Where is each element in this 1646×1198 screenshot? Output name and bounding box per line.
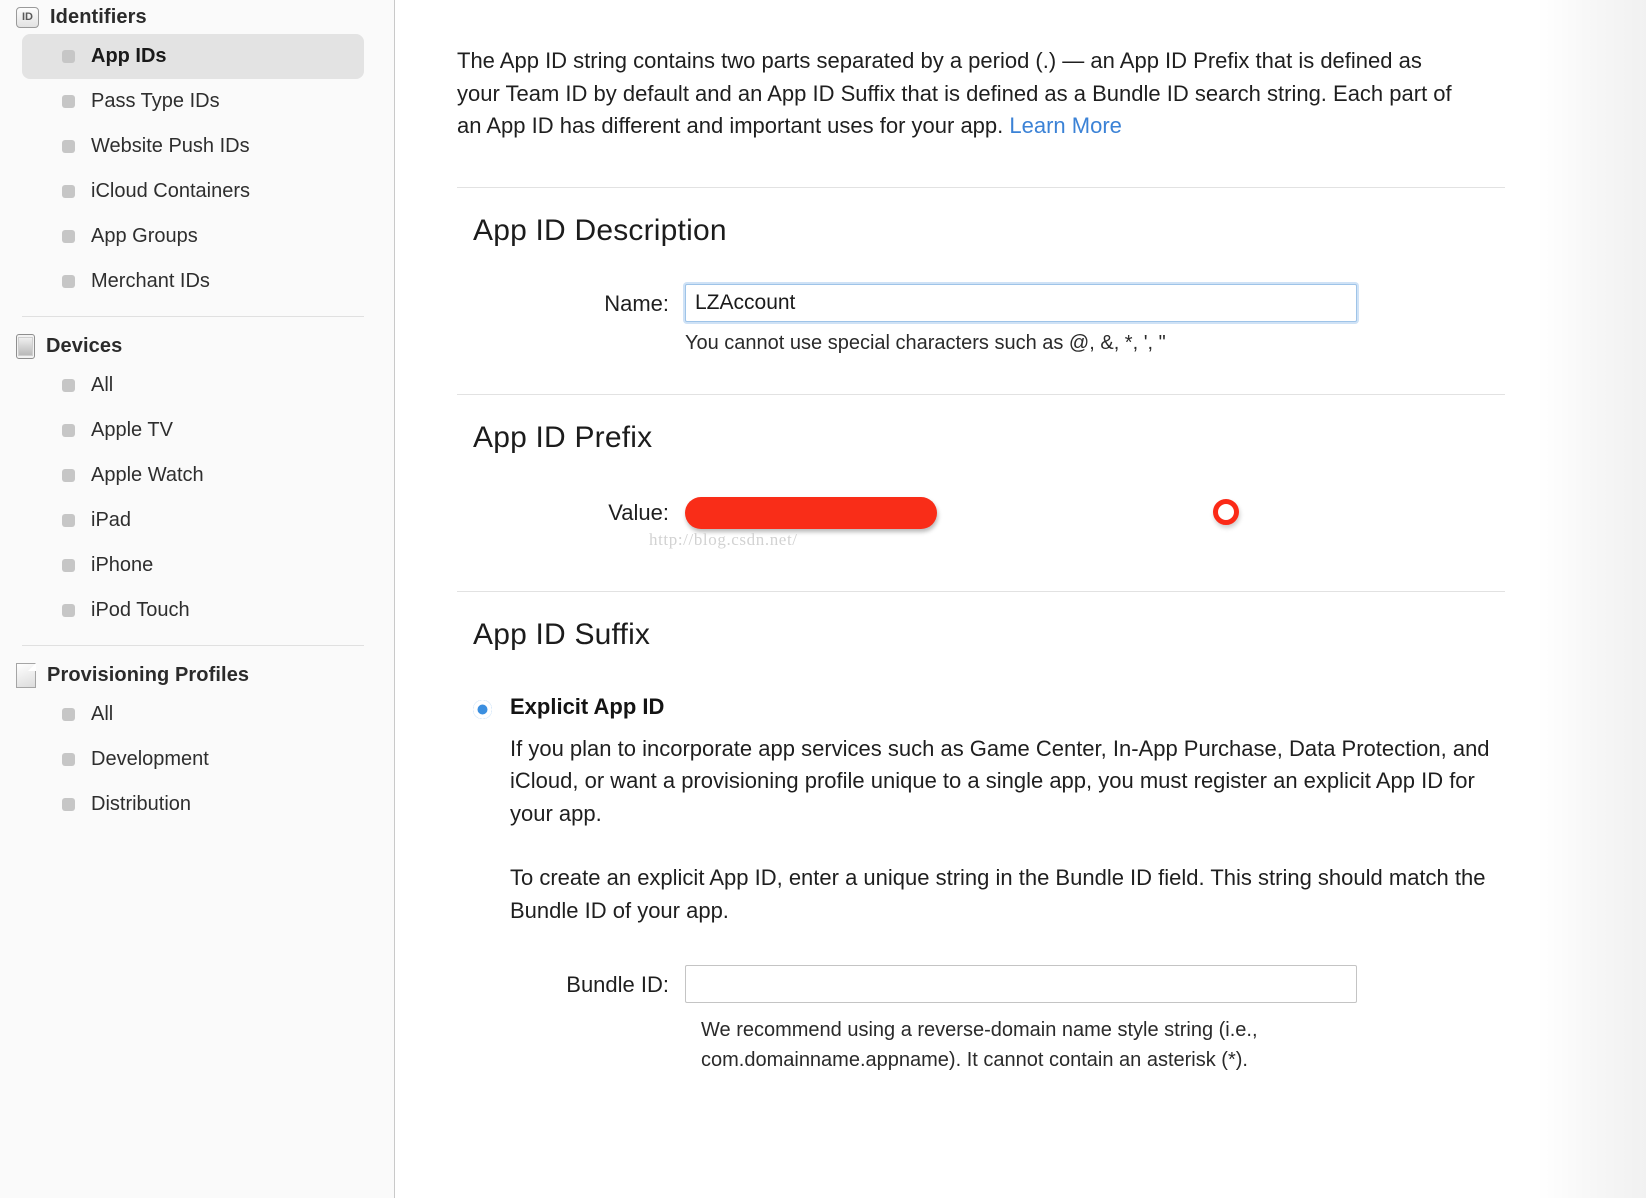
sidebar-item-ipod-touch[interactable]: iPod Touch <box>22 588 364 633</box>
sidebar-item-label: iPad <box>91 509 131 532</box>
sidebar-item-icloud-containers[interactable]: iCloud Containers <box>22 169 364 214</box>
bullet-icon <box>62 559 75 572</box>
sidebar-item-apple-tv[interactable]: Apple TV <box>22 408 364 453</box>
name-field-row: Name: You cannot use special characters … <box>457 284 1565 358</box>
learn-more-link[interactable]: Learn More <box>1009 113 1122 138</box>
bullet-icon <box>62 604 75 617</box>
bullet-icon <box>62 798 75 811</box>
section-divider <box>457 187 1505 188</box>
bullet-icon <box>62 424 75 437</box>
sidebar-item-merchant-ids[interactable]: Merchant IDs <box>22 259 364 304</box>
bullet-icon <box>62 185 75 198</box>
explicit-app-id-title: Explicit App ID <box>510 692 1500 722</box>
radio-button-explicit-app-id[interactable] <box>473 700 492 719</box>
redaction-bar <box>685 497 937 529</box>
bullet-icon <box>62 230 75 243</box>
sidebar-item-label: iCloud Containers <box>91 180 250 203</box>
explicit-app-id-paragraph-1: If you plan to incorporate app services … <box>510 733 1500 831</box>
prefix-value-redaction-wrapper: http://blog.csdn.net/ <box>685 497 937 529</box>
watermark-text: http://blog.csdn.net/ <box>649 530 798 550</box>
sidebar-section-header: Provisioning Profiles <box>0 658 394 692</box>
annotation-ring-icon <box>1213 499 1239 525</box>
sidebar-item-profiles-all[interactable]: All <box>22 692 364 737</box>
bullet-icon <box>62 379 75 392</box>
sidebar-divider <box>22 316 364 317</box>
section-title-app-id-description: App ID Description <box>473 214 1565 248</box>
bundle-id-hint: We recommend using a reverse-domain name… <box>701 1015 1391 1075</box>
document-icon <box>16 663 36 688</box>
bundle-id-input[interactable] <box>685 965 1357 1003</box>
sidebar-item-label: Pass Type IDs <box>91 90 220 113</box>
app-id-suffix-section: App ID Suffix Explicit App ID If you pla… <box>457 618 1565 1076</box>
device-icon <box>16 334 35 359</box>
app-id-description-section: App ID Description Name: You cannot use … <box>457 214 1565 358</box>
name-label: Name: <box>457 284 685 317</box>
sidebar-item-app-groups[interactable]: App Groups <box>22 214 364 259</box>
sidebar-item-label: All <box>91 374 113 397</box>
bullet-icon <box>62 514 75 527</box>
prefix-value-row: Value: http://blog.csdn.net/ <box>457 497 1565 529</box>
sidebar: ID Identifiers App IDs Pass Type IDs Web… <box>0 0 395 1198</box>
sidebar-item-label: iPhone <box>91 554 153 577</box>
sidebar-section-title: Provisioning Profiles <box>47 664 249 687</box>
id-badge-icon: ID <box>16 7 39 28</box>
sidebar-item-development[interactable]: Development <box>22 737 364 782</box>
name-input[interactable] <box>685 284 1357 322</box>
sidebar-section-header: Devices <box>0 329 394 363</box>
bullet-icon <box>62 708 75 721</box>
bullet-icon <box>62 50 75 63</box>
section-title-app-id-prefix: App ID Prefix <box>473 421 1565 455</box>
value-label: Value: <box>457 497 685 526</box>
sidebar-item-label: Merchant IDs <box>91 270 210 293</box>
explicit-app-id-option[interactable]: Explicit App ID If you plan to incorpora… <box>473 692 1565 928</box>
app-id-prefix-section: App ID Prefix Value: http://blog.csdn.ne… <box>457 421 1565 529</box>
bundle-id-field-row: Bundle ID: We recommend using a reverse-… <box>457 965 1565 1075</box>
sidebar-item-pass-type-ids[interactable]: Pass Type IDs <box>22 79 364 124</box>
name-hint: You cannot use special characters such a… <box>685 328 1357 358</box>
sidebar-item-label: Website Push IDs <box>91 135 250 158</box>
sidebar-item-iphone[interactable]: iPhone <box>22 543 364 588</box>
bundle-id-label: Bundle ID: <box>457 965 685 998</box>
section-divider <box>457 591 1505 592</box>
section-title-app-id-suffix: App ID Suffix <box>473 618 1565 652</box>
main-content: The App ID string contains two parts sep… <box>395 0 1646 1198</box>
bullet-icon <box>62 140 75 153</box>
sidebar-item-distribution[interactable]: Distribution <box>22 782 364 827</box>
bullet-icon <box>62 469 75 482</box>
bullet-icon <box>62 275 75 288</box>
intro-paragraph: The App ID string contains two parts sep… <box>457 0 1457 143</box>
sidebar-item-label: Distribution <box>91 793 191 816</box>
bullet-icon <box>62 95 75 108</box>
sidebar-divider <box>22 645 364 646</box>
sidebar-item-label: All <box>91 703 113 726</box>
sidebar-item-app-ids[interactable]: App IDs <box>22 34 364 79</box>
sidebar-section-provisioning-profiles: Provisioning Profiles All Development Di… <box>0 658 394 827</box>
sidebar-section-identifiers: ID Identifiers App IDs Pass Type IDs Web… <box>0 0 394 304</box>
app-window: ID Identifiers App IDs Pass Type IDs Web… <box>0 0 1646 1198</box>
sidebar-item-label: Apple Watch <box>91 464 204 487</box>
section-divider <box>457 394 1505 395</box>
sidebar-item-label: App IDs <box>91 45 167 68</box>
sidebar-section-header: ID Identifiers <box>0 0 394 34</box>
sidebar-item-label: Development <box>91 748 209 771</box>
intro-text: The App ID string contains two parts sep… <box>457 48 1452 138</box>
sidebar-item-label: iPod Touch <box>91 599 190 622</box>
sidebar-item-ipad[interactable]: iPad <box>22 498 364 543</box>
sidebar-item-apple-watch[interactable]: Apple Watch <box>22 453 364 498</box>
sidebar-item-label: App Groups <box>91 225 198 248</box>
sidebar-item-website-push-ids[interactable]: Website Push IDs <box>22 124 364 169</box>
sidebar-section-title: Devices <box>46 335 122 358</box>
sidebar-section-devices: Devices All Apple TV Apple Watch iPad iP… <box>0 329 394 633</box>
sidebar-section-title: Identifiers <box>50 6 147 29</box>
bullet-icon <box>62 753 75 766</box>
explicit-app-id-paragraph-2: To create an explicit App ID, enter a un… <box>510 862 1500 927</box>
sidebar-item-label: Apple TV <box>91 419 173 442</box>
sidebar-item-devices-all[interactable]: All <box>22 363 364 408</box>
